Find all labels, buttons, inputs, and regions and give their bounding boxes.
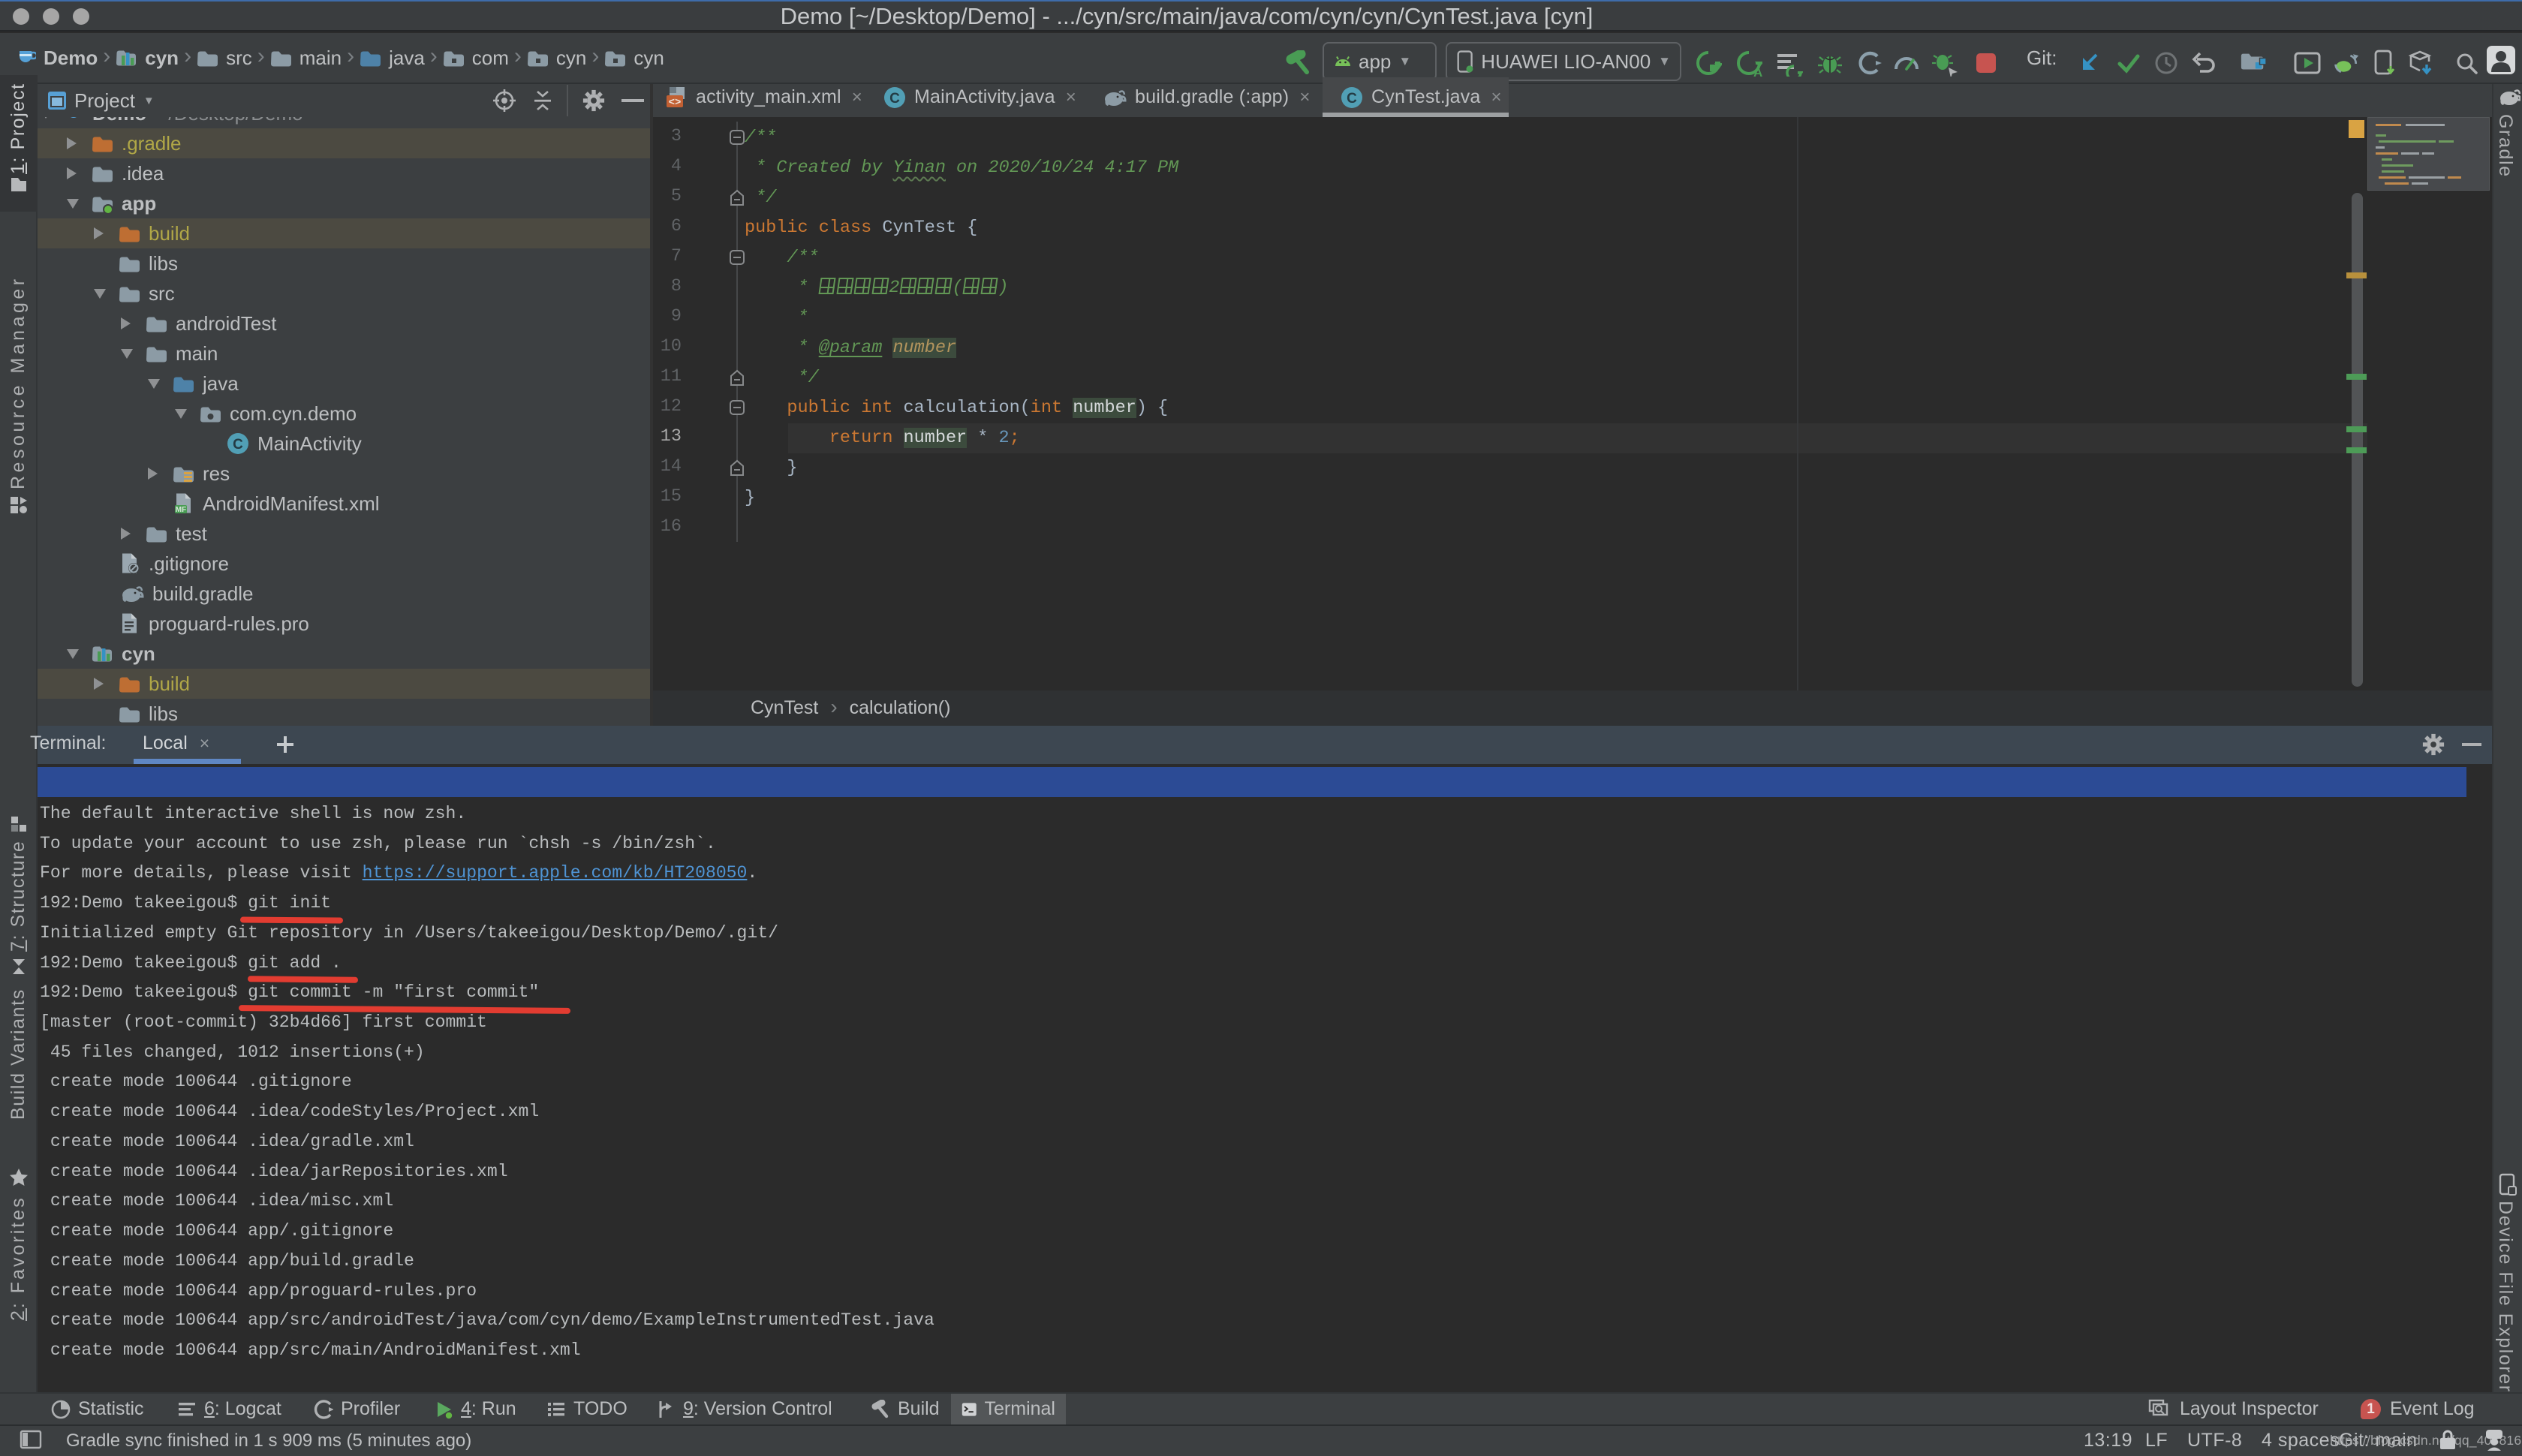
svg-text:C: C bbox=[1347, 91, 1357, 107]
svg-text:<>: <> bbox=[669, 97, 682, 109]
svg-text:C: C bbox=[233, 437, 243, 453]
svg-text:A: A bbox=[1753, 65, 1762, 77]
svg-text:MF: MF bbox=[176, 506, 186, 514]
svg-text:C: C bbox=[889, 91, 900, 107]
